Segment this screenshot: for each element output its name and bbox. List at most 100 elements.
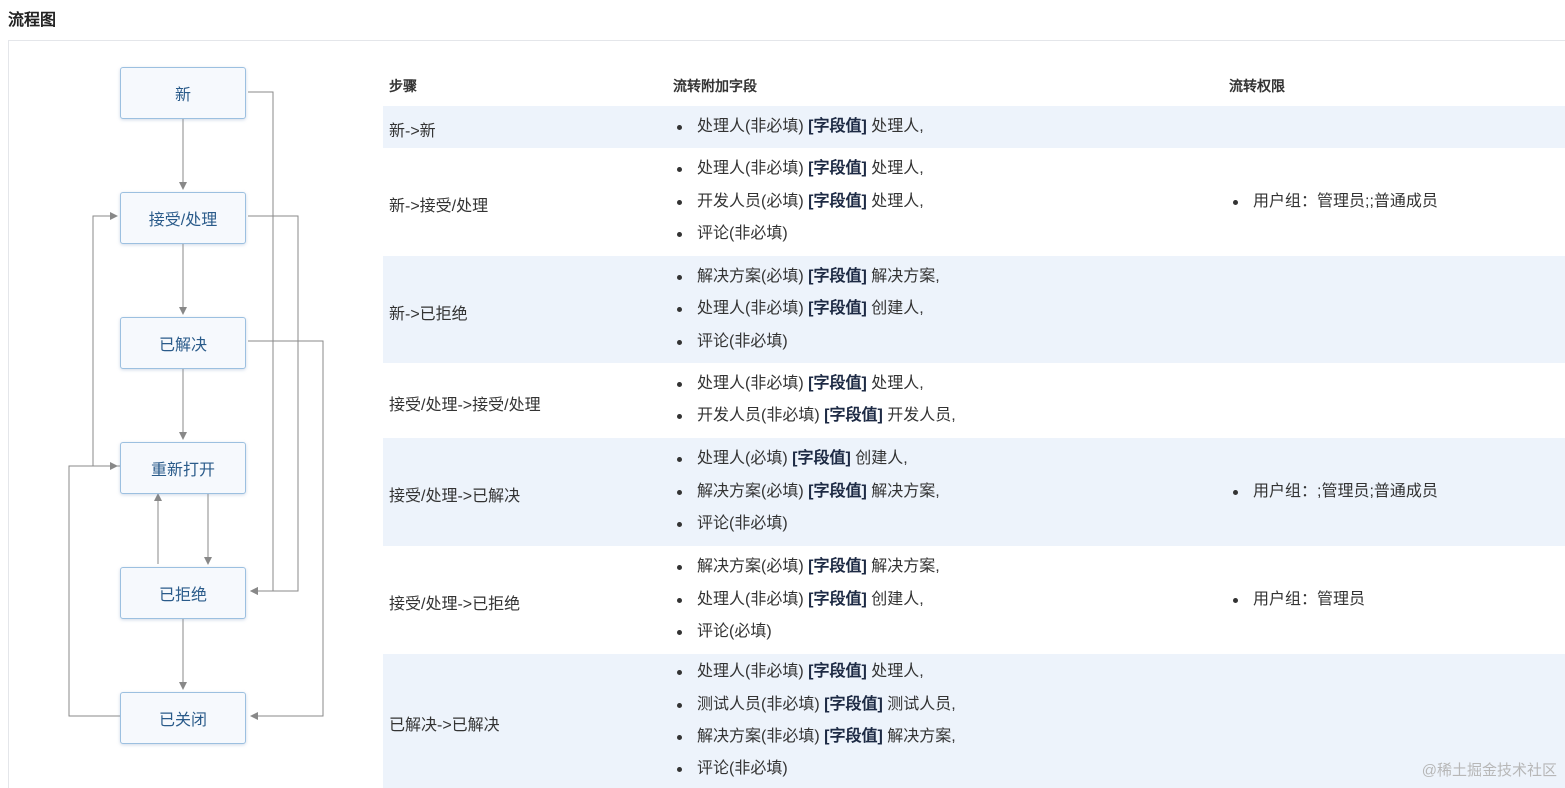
field-label: 评论(非必填) xyxy=(697,515,788,533)
field-label: 处理人(必填) xyxy=(697,450,788,468)
field-value-tag: [字段值] xyxy=(808,300,867,318)
field-value-tag: [字段值] xyxy=(808,558,867,576)
field-value-tag: [字段值] xyxy=(808,663,867,681)
watermark: @稀土掘金技术社区 xyxy=(1421,762,1557,779)
header-step: 步骤 xyxy=(389,78,417,94)
field-label: 解决方案(非必填) xyxy=(697,727,820,745)
step-cell: 已解决->已解决 xyxy=(389,717,500,734)
field-item: 解决方案(必填) [字段值] 解决方案, xyxy=(673,551,940,583)
field-value: 测试人员, xyxy=(887,695,956,713)
field-value-tag: [字段值] xyxy=(808,375,867,393)
field-value-tag: [字段值] xyxy=(808,160,867,178)
field-value: 处理人, xyxy=(871,192,924,210)
field-value-tag: [字段值] xyxy=(824,695,883,713)
field-value-tag: [字段值] xyxy=(808,590,867,608)
table-row: 接受/处理->接受/处理 处理人(非必填) [字段值] 处理人, 开发人员(非必填)… xyxy=(383,363,1565,438)
transition-table: 步骤 流转附加字段 流转权限 新->新 处理人(非必填) [字段值] 处理人, 新-… xyxy=(383,62,1565,788)
table-row: 接受/处理->已解决 处理人(必填) [字段值] 创建人, 解决方案(必填) [字段… xyxy=(383,438,1565,546)
fields-list: 处理人(必填) [字段值] 创建人, 解决方案(必填) [字段值] 解决方案, 评论… xyxy=(673,443,940,540)
field-label: 解决方案(必填) xyxy=(697,482,804,500)
perms-list: 用户组：;管理员;普通成员 xyxy=(1229,476,1438,508)
field-label: 处理人(非必填) xyxy=(697,117,804,135)
field-value: 开发人员, xyxy=(887,407,956,425)
field-label: 解决方案(必填) xyxy=(697,558,804,576)
field-item: 处理人(非必填) [字段值] 处理人, xyxy=(673,111,924,143)
field-label: 评论(非必填) xyxy=(697,760,788,778)
edge-reopen-accept xyxy=(92,212,120,467)
field-item: 处理人(非必填) [字段值] 处理人, xyxy=(673,153,924,185)
edge-closed-reopen xyxy=(68,462,120,717)
flow-diagram: 新 接受/处理 已解决 重新打开 已拒绝 已关闭 xyxy=(0,0,360,788)
field-item: 处理人(非必填) [字段值] 创建人, xyxy=(673,293,940,325)
field-value-tag: [字段值] xyxy=(792,450,851,468)
flow-node-closed[interactable]: 已关闭 xyxy=(120,692,246,744)
field-value: 处理人, xyxy=(871,160,924,178)
field-value: 处理人, xyxy=(871,375,924,393)
step-cell: 新->新 xyxy=(389,123,436,140)
step-cell: 新->接受/处理 xyxy=(389,198,489,215)
field-label: 处理人(非必填) xyxy=(697,590,804,608)
field-value-tag: [字段值] xyxy=(824,407,883,425)
field-value: 创建人, xyxy=(871,590,924,608)
field-value-tag: [字段值] xyxy=(808,267,867,285)
perm-item: 用户组：管理员 xyxy=(1229,584,1365,616)
field-label: 开发人员(非必填) xyxy=(697,407,820,425)
field-label: 解决方案(必填) xyxy=(697,267,804,285)
step-cell: 接受/处理->接受/处理 xyxy=(389,396,541,414)
field-label: 评论(非必填) xyxy=(697,225,788,243)
field-value: 解决方案, xyxy=(887,727,956,745)
field-item: 开发人员(必填) [字段值] 处理人, xyxy=(673,186,924,218)
fields-list: 解决方案(必填) [字段值] 解决方案, 处理人(非必填) [字段值] 创建人, 评… xyxy=(673,261,940,358)
field-item: 解决方案(必填) [字段值] 解决方案, xyxy=(673,261,940,293)
table-row: 新->新 处理人(非必填) [字段值] 处理人, xyxy=(383,106,1565,148)
header-perms: 流转权限 xyxy=(1229,78,1285,94)
field-value: 处理人, xyxy=(871,117,924,135)
fields-list: 处理人(非必填) [字段值] 处理人, 开发人员(非必填) [字段值] 开发人员, xyxy=(673,368,956,433)
field-label: 处理人(非必填) xyxy=(697,160,804,178)
table-row: 接受/处理->已拒绝 解决方案(必填) [字段值] 解决方案, 处理人(非必填) [… xyxy=(383,546,1565,654)
field-value: 解决方案, xyxy=(871,267,940,285)
fields-list: 处理人(非必填) [字段值] 处理人, xyxy=(673,111,924,143)
field-value: 创建人, xyxy=(855,450,908,468)
field-value-tag: [字段值] xyxy=(808,192,867,210)
table-row: 新->已拒绝 解决方案(必填) [字段值] 解决方案, 处理人(非必填) [字段值]… xyxy=(383,256,1565,363)
field-label: 开发人员(必填) xyxy=(697,192,804,210)
flow-node-new[interactable]: 新 xyxy=(120,67,246,119)
table-header: 步骤 流转附加字段 流转权限 xyxy=(383,62,1565,106)
field-item: 处理人(非必填) [字段值] 创建人, xyxy=(673,584,940,616)
field-label: 处理人(非必填) xyxy=(697,663,804,681)
field-label: 评论(必填) xyxy=(697,623,772,641)
fields-list: 处理人(非必填) [字段值] 处理人, 开发人员(必填) [字段值] 处理人, 评论… xyxy=(673,153,924,250)
perms-list: 用户组：管理员 xyxy=(1229,584,1365,616)
field-label: 处理人(非必填) xyxy=(697,300,804,318)
field-item: 开发人员(非必填) [字段值] 开发人员, xyxy=(673,400,956,432)
field-item: 评论(非必填) xyxy=(673,508,940,540)
flow-node-rejected[interactable]: 已拒绝 xyxy=(120,567,246,619)
edge-resolved-closed xyxy=(248,340,324,720)
table-body: 新->新 处理人(非必填) [字段值] 处理人, 新->接受/处理 处理人(非必填) … xyxy=(383,106,1565,788)
field-value: 创建人, xyxy=(871,300,924,318)
perm-item: 用户组：管理员;;普通成员 xyxy=(1229,186,1438,218)
fields-list: 解决方案(必填) [字段值] 解决方案, 处理人(非必填) [字段值] 创建人, 评… xyxy=(673,551,940,648)
step-cell: 新->已拒绝 xyxy=(389,305,468,323)
table-row: 新->接受/处理 处理人(非必填) [字段值] 处理人, 开发人员(必填) [字段值… xyxy=(383,148,1565,256)
flow-node-accept[interactable]: 接受/处理 xyxy=(120,192,246,244)
field-item: 解决方案(必填) [字段值] 解决方案, xyxy=(673,476,940,508)
field-value-tag: [字段值] xyxy=(808,117,867,135)
step-cell: 接受/处理->已解决 xyxy=(389,488,521,505)
flow-node-resolved[interactable]: 已解决 xyxy=(120,317,246,369)
field-value: 解决方案, xyxy=(871,482,940,500)
field-value-tag: [字段值] xyxy=(808,482,867,500)
field-item: 解决方案(非必填) [字段值] 解决方案, xyxy=(673,721,956,753)
field-label: 测试人员(非必填) xyxy=(697,695,820,713)
fields-list: 处理人(非必填) [字段值] 处理人, 测试人员(非必填) [字段值] 测试人员,… xyxy=(673,656,956,786)
field-label: 评论(非必填) xyxy=(697,332,788,350)
perms-list: 用户组：管理员;;普通成员 xyxy=(1229,186,1438,218)
field-item: 评论(必填) xyxy=(673,616,940,648)
field-value-tag: [字段值] xyxy=(824,727,883,745)
header-fields: 流转附加字段 xyxy=(673,78,757,94)
flow-node-reopen[interactable]: 重新打开 xyxy=(120,442,246,494)
field-label: 处理人(非必填) xyxy=(697,375,804,393)
field-item: 处理人(非必填) [字段值] 处理人, xyxy=(673,368,956,400)
perm-item: 用户组：;管理员;普通成员 xyxy=(1229,476,1438,508)
